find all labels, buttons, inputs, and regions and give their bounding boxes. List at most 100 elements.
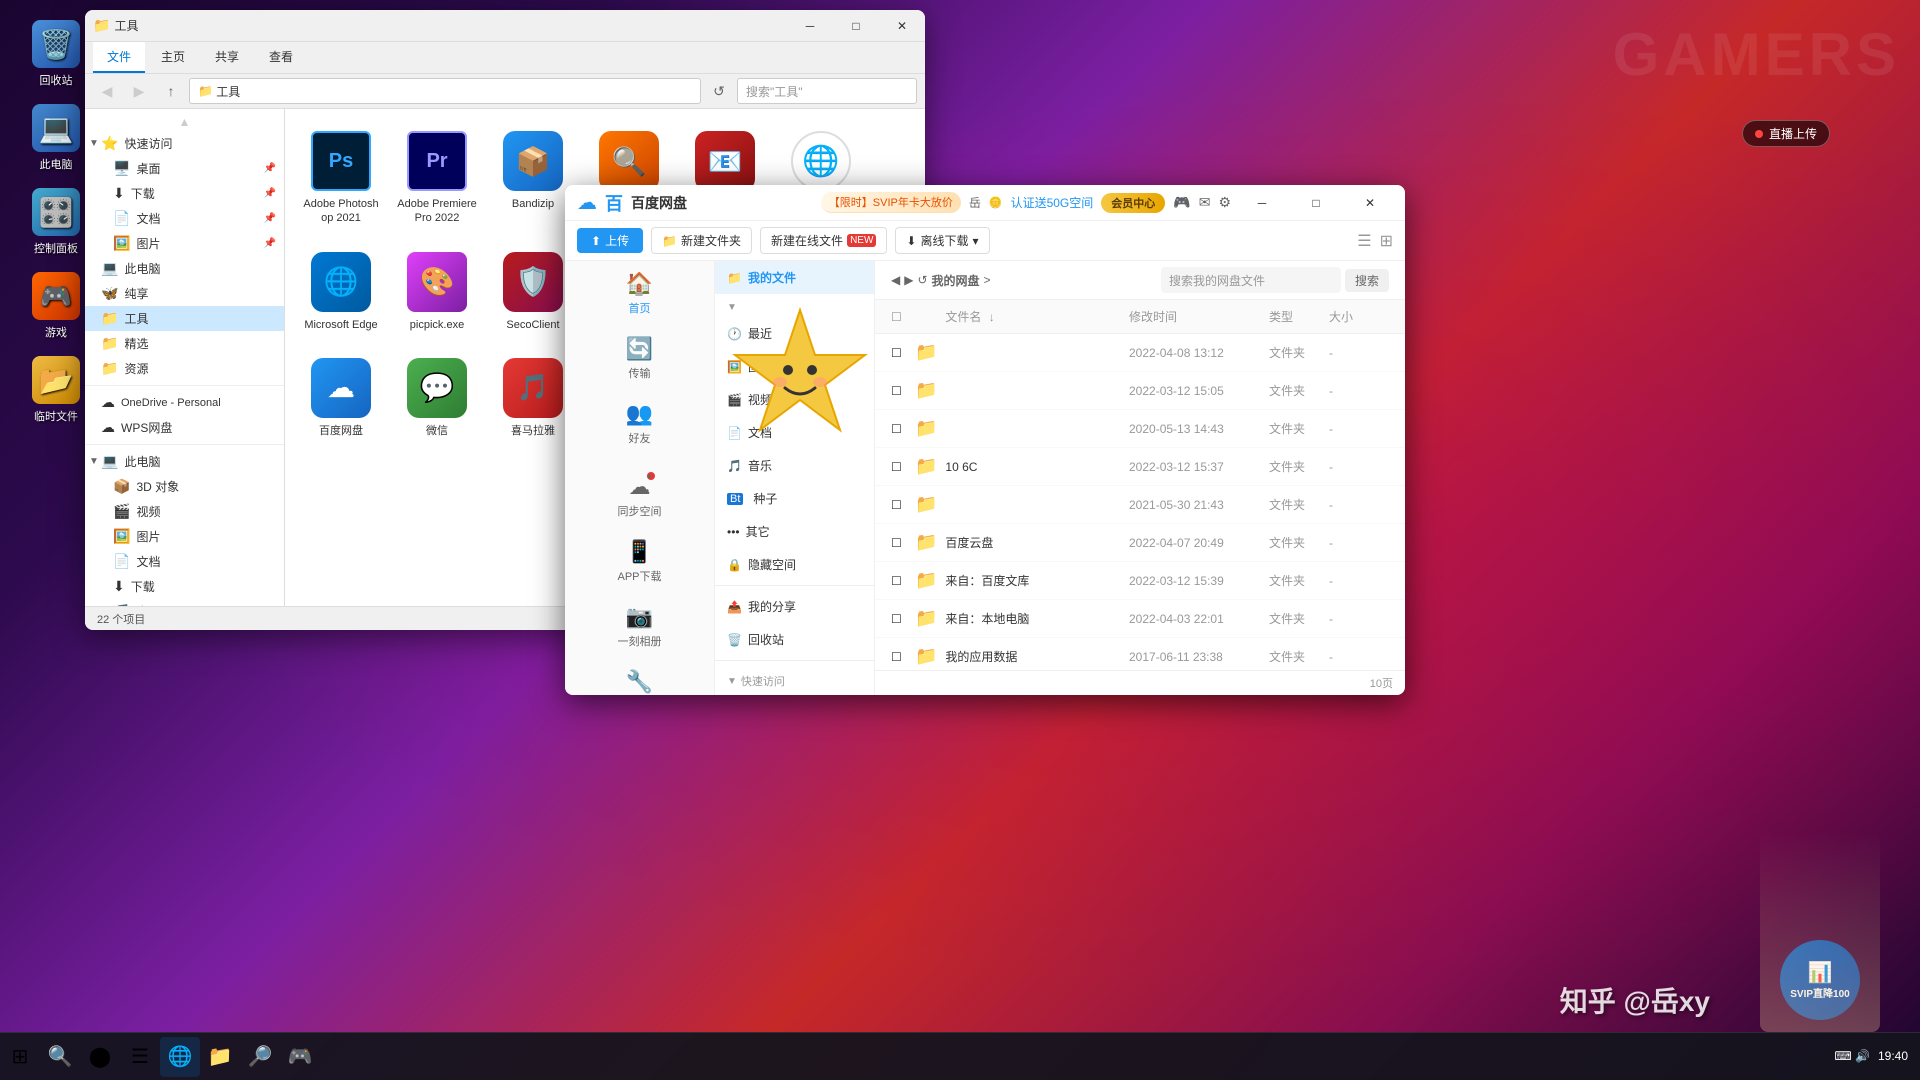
sidebar-this-pc-2[interactable]: ▼ 💻 此电脑 [85,449,284,474]
upload-button[interactable]: ⬆ 上传 [577,228,643,253]
file-item-picpick[interactable]: 🎨 picpick.exe [393,242,481,340]
sidebar-music[interactable]: 🎵 音乐 [85,599,284,606]
baidu-settings-icon[interactable]: ⚙ [1218,194,1231,211]
baidu-nav-moment[interactable]: 📷 一刻相册 [565,594,714,659]
file-row-6[interactable]: ☐ 📁 百度云盘 2022-04-07 20:49 文件夹 - [875,524,1405,562]
forward-button[interactable]: ▶ [125,79,153,103]
baidu-minimize[interactable]: ─ [1239,187,1285,219]
file-row-2[interactable]: ☐ 📁 2022-03-12 15:05 文件夹 - [875,372,1405,410]
breadcrumb-refresh[interactable]: ↺ [917,273,927,287]
file-checkbox-6[interactable]: ☐ [891,536,907,550]
desktop-icon-temp[interactable]: 📂 临时文件 [20,356,92,424]
file-row-1[interactable]: ☐ 📁 2022-04-08 13:12 文件夹 - [875,334,1405,372]
sidebar-quick-access[interactable]: ▼ ⭐ 快速访问 [85,131,284,156]
widgets-button[interactable]: ☰ [120,1037,160,1077]
left-hidden[interactable]: 🔒 隐藏空间 [715,548,874,581]
file-row-3[interactable]: ☐ 📁 2020-05-13 14:43 文件夹 - [875,410,1405,448]
file-item-adobe-pr[interactable]: Pr Adobe Premiere Pro 2022 [393,121,481,234]
live-button[interactable]: 直播上传 [1742,120,1830,147]
sidebar-downloads-2[interactable]: ⬇ 下载 [85,574,284,599]
file-row-7[interactable]: ☐ 📁 来自：百度文库 2022-03-12 15:39 文件夹 - [875,562,1405,600]
baidu-game-icon[interactable]: 🎮 [1173,194,1190,211]
maximize-button[interactable]: □ [833,10,879,42]
tab-view[interactable]: 查看 [255,42,307,73]
search-box[interactable]: 搜索"工具" [737,78,917,104]
explorer-taskbar-icon[interactable]: 📁 [200,1037,240,1077]
baidu-ad-text[interactable]: 【限时】SVIP年卡大放价 [821,192,961,213]
sidebar-documents[interactable]: 📄 文档 📌 [85,206,284,231]
tab-share[interactable]: 共享 [201,42,253,73]
desktop-icon-pc[interactable]: 💻 此电脑 [20,104,92,172]
sidebar-pictures-2[interactable]: 🖼️ 图片 [85,524,284,549]
search-taskbar-button[interactable]: 🔍 [40,1037,80,1077]
breadcrumb-back[interactable]: ◀ [891,273,900,287]
file-row-5[interactable]: ☐ 📁 2021-05-30 21:43 文件夹 - [875,486,1405,524]
start-button[interactable]: ⊞ [0,1037,40,1077]
sidebar-chunjing[interactable]: 🦋 纯享 [85,281,284,306]
baidu-mail-icon[interactable]: ✉ [1199,194,1211,211]
breadcrumb-forward[interactable]: ▶ [904,273,913,287]
online-create-button[interactable]: 新建在线文件 NEW [760,227,887,254]
baidu-nav-transfer[interactable]: 🔄 传输 [565,326,714,391]
task-view-button[interactable]: ⬤ [80,1037,120,1077]
add-frequent-item[interactable]: + 添加常用文件夹 [715,693,874,695]
sidebar-onedrive[interactable]: ☁ OneDrive - Personal [85,390,284,415]
baidu-nav-home[interactable]: 🏠 首页 [565,261,714,326]
tab-home[interactable]: 主页 [147,42,199,73]
file-item-baidu-disk[interactable]: ☁ 百度网盘 [297,348,385,446]
grid-view-icon[interactable]: ⊞ [1380,231,1393,251]
baidu-maximize[interactable]: □ [1293,187,1339,219]
file-checkbox-4[interactable]: ☐ [891,460,907,474]
file-checkbox-8[interactable]: ☐ [891,612,907,626]
file-row-9[interactable]: ☐ 📁 我的应用数据 2017-06-11 23:38 文件夹 - [875,638,1405,670]
up-button[interactable]: ↑ [157,79,185,103]
sidebar-pictures[interactable]: 🖼️ 图片 📌 [85,231,284,256]
address-path[interactable]: 📁 工具 [189,78,701,104]
sidebar-wps-network[interactable]: ☁ WPS网盘 [85,415,284,440]
sidebar-this-pc[interactable]: 💻 此电脑 [85,256,284,281]
new-folder-button[interactable]: 📁 新建文件夹 [651,227,752,254]
left-recycle[interactable]: 🗑️ 回收站 [715,623,874,656]
back-button[interactable]: ◀ [93,79,121,103]
file-checkbox-5[interactable]: ☐ [891,498,907,512]
file-item-adobe-ps[interactable]: Ps Adobe Photoshop 2021 [297,121,385,234]
sidebar-selected[interactable]: 📁 精选 [85,331,284,356]
baidu-user-info[interactable]: 岳 [969,194,981,211]
sidebar-videos[interactable]: 🎬 视频 [85,499,284,524]
desktop-icon-control[interactable]: 🎛️ 控制面板 [20,188,92,256]
file-checkbox-2[interactable]: ☐ [891,384,907,398]
desktop-icon-games[interactable]: 🎮 游戏 [20,272,92,340]
game-taskbar-icon[interactable]: 🎮 [280,1037,320,1077]
desktop-icon-recycle[interactable]: 🗑️ 回收站 [20,20,92,88]
sidebar-documents-2[interactable]: 📄 文档 [85,549,284,574]
search-button[interactable]: 搜索 [1345,269,1389,292]
select-all-checkbox[interactable]: ☐ [891,310,907,324]
sidebar-downloads[interactable]: ⬇ 下载 📌 [85,181,284,206]
baidu-close[interactable]: ✕ [1347,187,1393,219]
file-item-wechat[interactable]: 💬 微信 [393,348,481,446]
list-view-icon[interactable]: ☰ [1357,231,1371,251]
my-files-item[interactable]: 📁 我的文件 [715,261,874,294]
edge-taskbar-icon[interactable]: 🌐 [160,1037,200,1077]
baidu-nav-sync[interactable]: ☁● 同步空间 [565,464,714,529]
file-checkbox-1[interactable]: ☐ [891,346,907,360]
file-checkbox-9[interactable]: ☐ [891,650,907,664]
file-item-ximalaya[interactable]: 🎵 喜马拉雅 [489,348,577,446]
download-button[interactable]: ⬇ 离线下载 ▾ [895,227,989,254]
left-other[interactable]: ••• 其它 [715,515,874,548]
file-row-8[interactable]: ☐ 📁 来自：本地电脑 2022-04-03 22:01 文件夹 - [875,600,1405,638]
search-app-taskbar[interactable]: 🔎 [240,1037,280,1077]
minimize-button[interactable]: ─ [787,10,833,42]
sort-icon[interactable]: ↓ [989,310,995,324]
close-button[interactable]: ✕ [879,10,925,42]
file-row-4[interactable]: ☐ 📁 10 6C 2022-03-12 15:37 文件夹 - [875,448,1405,486]
baidu-nav-tools[interactable]: 🔧 工具 [565,659,714,695]
sidebar-desktop[interactable]: 🖥️ 桌面 📌 [85,156,284,181]
baidu-nav-friends[interactable]: 👥 好友 [565,391,714,456]
left-seeds[interactable]: Bt 种子 [715,482,874,515]
file-item-bandizip[interactable]: 📦 Bandizip [489,121,577,234]
baidu-search-bar[interactable]: 搜索我的网盘文件 [1161,267,1341,293]
left-share[interactable]: 📤 我的分享 [715,590,874,623]
tab-file[interactable]: 文件 [93,42,145,73]
refresh-button[interactable]: ↺ [705,79,733,103]
